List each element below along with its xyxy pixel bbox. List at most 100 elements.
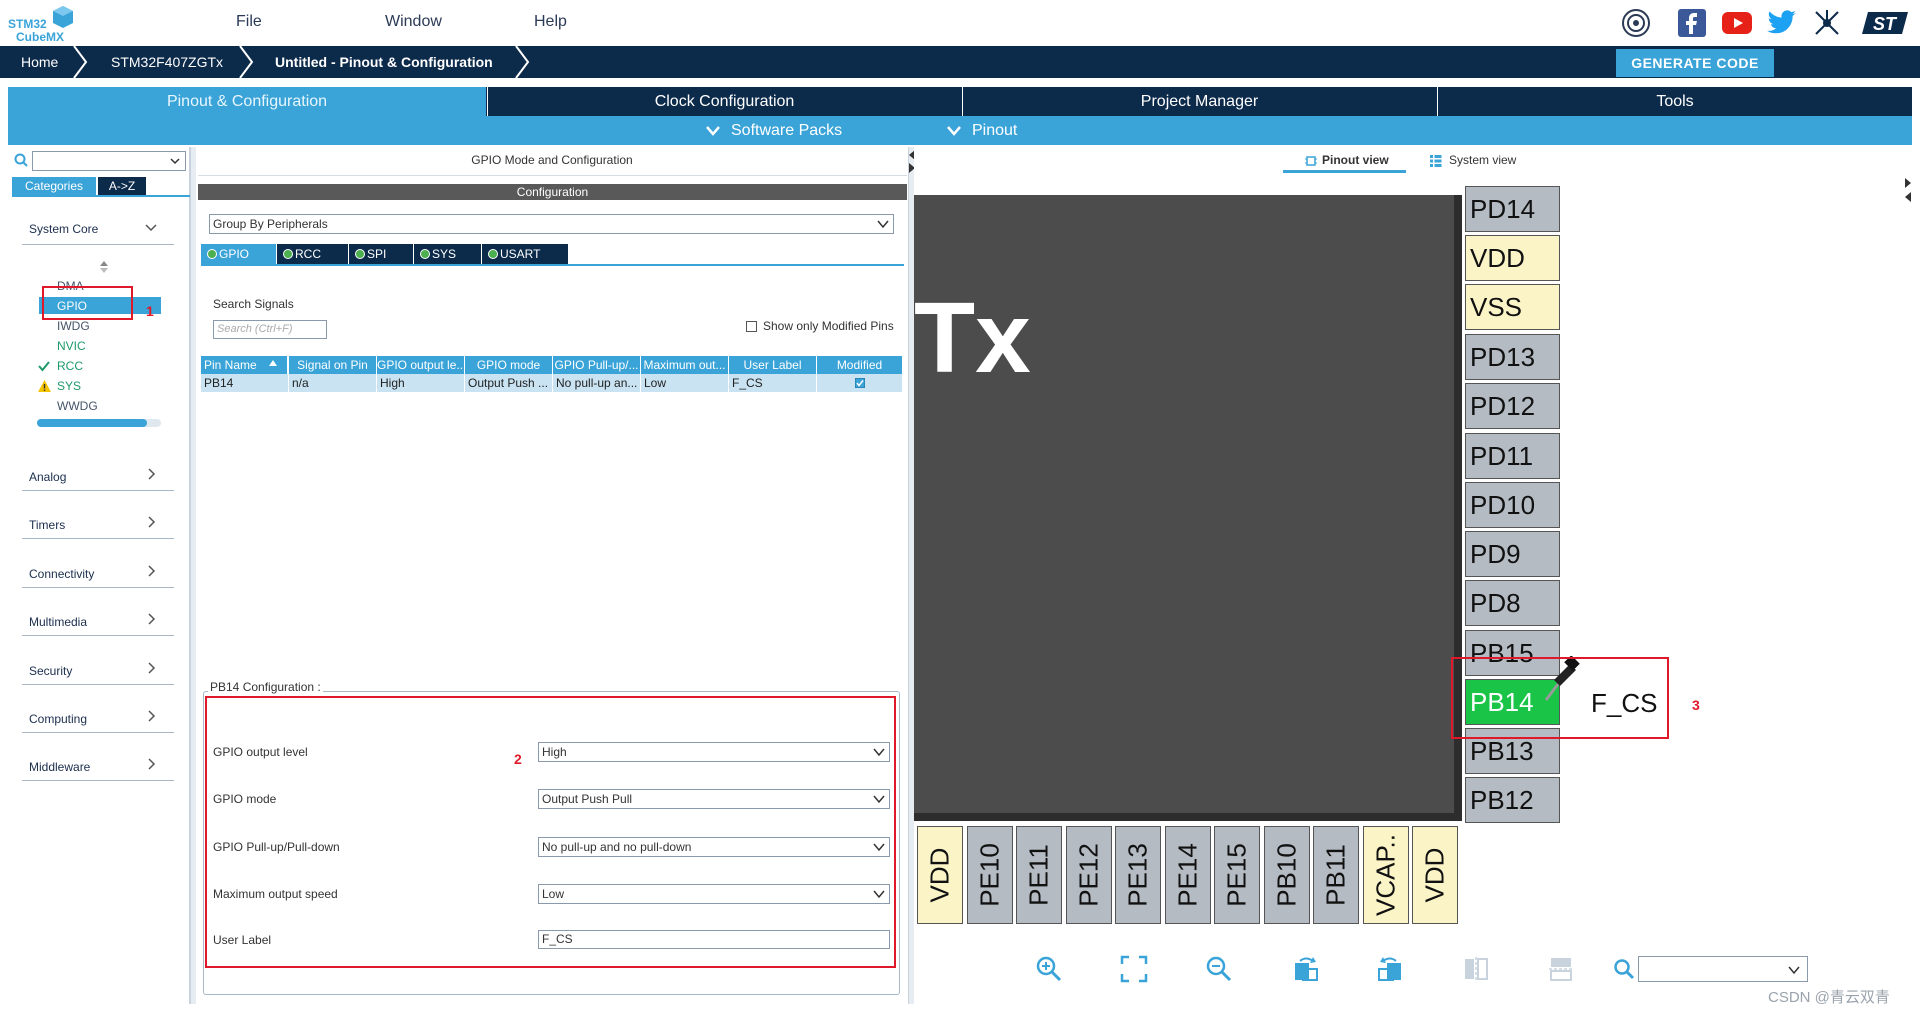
max-output-speed-select[interactable]: Low (538, 884, 890, 904)
col-gpio-output-level[interactable]: GPIO output le... (377, 356, 465, 374)
scroll-arrow-icon[interactable] (1905, 178, 1911, 188)
breadcrumb-current[interactable]: Untitled - Pinout & Configuration (275, 46, 493, 78)
table-cell[interactable]: PB14 (201, 374, 289, 392)
pin-pb12[interactable]: PB12 (1465, 777, 1560, 823)
col-gpio-mode[interactable]: GPIO mode (465, 356, 553, 374)
tab-a-to-z[interactable]: A->Z (98, 177, 146, 195)
pin-pd11[interactable]: PD11 (1465, 433, 1560, 479)
col-max-output-speed[interactable]: Maximum out... (641, 356, 729, 374)
gpio-mode-select[interactable]: Output Push Pull (538, 789, 890, 809)
col-signal-on-pin[interactable]: Signal on Pin (289, 356, 377, 374)
chevron-right-icon[interactable] (146, 710, 158, 722)
horizontal-scrollbar[interactable] (37, 419, 161, 427)
pin-search-select[interactable] (1638, 956, 1808, 982)
checkbox-checked-icon[interactable] (855, 378, 865, 388)
pin-vdd-bottom-2[interactable]: VDD (1412, 826, 1458, 924)
scroll-arrow-icon[interactable] (1905, 192, 1911, 202)
pin-vss[interactable]: VSS (1465, 284, 1560, 330)
table-cell[interactable]: No pull-up an... (553, 374, 641, 392)
pin-pd10[interactable]: PD10 (1465, 482, 1560, 528)
user-label-input[interactable]: F_CS (538, 930, 890, 949)
chevron-right-icon[interactable] (146, 468, 158, 480)
system-core-item-nvic[interactable]: NVIC (57, 339, 86, 353)
category-security[interactable]: Security (29, 664, 72, 678)
pin-pe10[interactable]: PE10 (967, 826, 1013, 924)
rotate-left-icon[interactable] (1373, 952, 1407, 986)
tab-pinout-configuration[interactable]: Pinout & Configuration (8, 87, 486, 116)
twitter-icon[interactable] (1767, 8, 1797, 38)
tab-pinout-view[interactable]: Pinout view (1322, 153, 1389, 167)
category-middleware[interactable]: Middleware (29, 760, 90, 774)
menu-window[interactable]: Window (385, 13, 442, 31)
system-core-item-iwdg[interactable]: IWDG (57, 319, 90, 333)
tab-clock-configuration[interactable]: Clock Configuration (487, 87, 961, 116)
st-logo-icon[interactable]: ST (1856, 8, 1912, 38)
chevron-right-icon[interactable] (146, 613, 158, 625)
chevron-right-icon[interactable] (146, 758, 158, 770)
pin-vcap[interactable]: VCAP.. (1363, 826, 1409, 924)
facebook-icon[interactable] (1677, 8, 1707, 38)
zoom-out-icon[interactable] (1202, 952, 1236, 986)
rotate-right-icon[interactable] (1289, 952, 1323, 986)
tab-project-manager[interactable]: Project Manager (962, 87, 1436, 116)
youtube-icon[interactable] (1722, 8, 1752, 38)
tab-categories[interactable]: Categories (12, 177, 96, 195)
menu-file[interactable]: File (236, 13, 262, 31)
sort-asc-icon[interactable] (269, 360, 277, 366)
tab-tools[interactable]: Tools (1437, 87, 1912, 116)
category-connectivity[interactable]: Connectivity (29, 567, 94, 581)
pin-pd8[interactable]: PD8 (1465, 580, 1560, 626)
table-cell[interactable]: Output Push ... (465, 374, 553, 392)
scrollbar-thumb[interactable] (37, 419, 147, 427)
category-computing[interactable]: Computing (29, 712, 87, 726)
chevron-right-icon[interactable] (146, 516, 158, 528)
system-core-item-sys[interactable]: SYS (57, 379, 81, 393)
system-core-item-rcc[interactable]: RCC (57, 359, 83, 373)
table-cell[interactable]: n/a (289, 374, 377, 392)
pin-pe11[interactable]: PE11 (1016, 826, 1062, 924)
breadcrumb-mcu[interactable]: STM32F407ZGTx (111, 46, 223, 78)
pin-pe15[interactable]: PE15 (1214, 826, 1260, 924)
pin-pd13[interactable]: PD13 (1465, 334, 1560, 380)
category-analog[interactable]: Analog (29, 470, 66, 484)
anniversary-badge-icon[interactable] (1621, 8, 1651, 38)
generate-code-button[interactable]: GENERATE CODE (1616, 49, 1774, 77)
software-packs-menu[interactable]: Software Packs (731, 116, 842, 145)
category-multimedia[interactable]: Multimedia (29, 615, 87, 629)
tab-usart[interactable]: USART (482, 244, 568, 264)
category-search-input[interactable] (32, 151, 186, 171)
menu-help[interactable]: Help (534, 13, 567, 31)
pinout-menu[interactable]: Pinout (972, 116, 1017, 145)
breadcrumb-home[interactable]: Home (21, 46, 58, 78)
tab-rcc[interactable]: RCC (277, 244, 348, 264)
network-icon[interactable] (1812, 8, 1842, 38)
fit-to-screen-icon[interactable] (1117, 952, 1151, 986)
chevron-down-icon[interactable] (145, 222, 157, 234)
col-user-label[interactable]: User Label (729, 356, 817, 374)
show-modified-checkbox[interactable] (746, 321, 757, 332)
chevron-right-icon[interactable] (146, 565, 158, 577)
category-timers[interactable]: Timers (29, 518, 65, 532)
pin-pd12[interactable]: PD12 (1465, 383, 1560, 429)
pin-pb10[interactable]: PB10 (1264, 826, 1310, 924)
pin-pd14[interactable]: PD14 (1465, 186, 1560, 232)
pin-pb11[interactable]: PB11 (1313, 826, 1359, 924)
chevron-right-icon[interactable] (146, 662, 158, 674)
tab-gpio[interactable]: GPIO (201, 244, 276, 264)
tab-spi[interactable]: SPI (349, 244, 413, 264)
table-cell[interactable]: High (377, 374, 465, 392)
sort-icon[interactable] (99, 261, 109, 273)
gpio-output-level-select[interactable]: High (538, 742, 890, 762)
pin-vdd-bottom[interactable]: VDD (917, 826, 963, 924)
search-icon[interactable] (1613, 958, 1635, 980)
table-cell[interactable]: F_CS (729, 374, 817, 392)
system-core-item-wwdg[interactable]: WWDG (57, 399, 98, 413)
zoom-in-icon[interactable] (1032, 952, 1066, 986)
signal-search-input[interactable]: Search (Ctrl+F) (213, 320, 327, 339)
modified-cell[interactable] (817, 374, 903, 392)
group-by-select[interactable]: Group By Peripherals (209, 214, 894, 234)
col-modified[interactable]: Modified (817, 356, 903, 374)
table-cell[interactable]: Low (641, 374, 729, 392)
gpio-pull-select[interactable]: No pull-up and no pull-down (538, 837, 890, 857)
pin-pe14[interactable]: PE14 (1165, 826, 1211, 924)
